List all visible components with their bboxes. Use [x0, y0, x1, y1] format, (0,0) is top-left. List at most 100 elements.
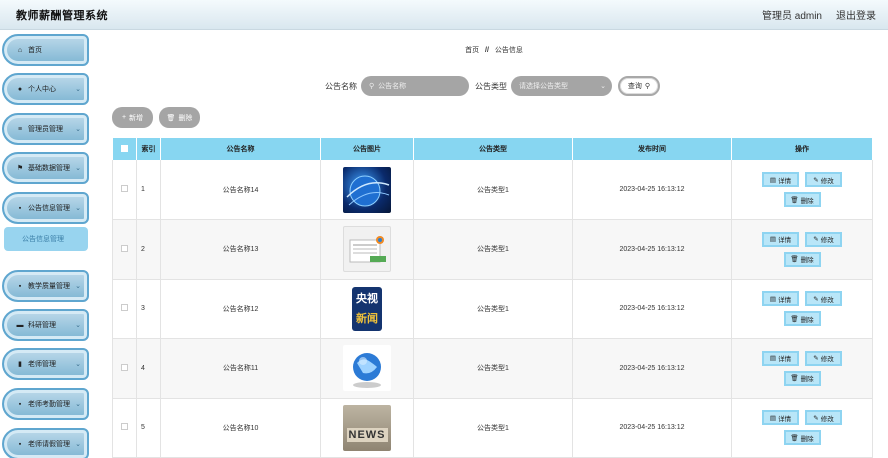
pencil-icon: ✎ — [813, 295, 819, 303]
list-icon: ≡ — [17, 125, 23, 133]
notice-image-cell — [320, 219, 414, 280]
select-all-checkbox[interactable] — [120, 144, 128, 152]
chevron-down-icon: ⌄ — [75, 86, 81, 93]
detail-label: 详情 — [778, 356, 792, 364]
notice-name: 公告名称13 — [160, 219, 321, 280]
row-checkbox[interactable] — [121, 244, 128, 252]
column-header: 发布时间 — [572, 138, 732, 160]
main-content: 首页 // 公告信息 公告名称 ⚲ 公告名称 公告类型 请选择公告类型 ⌄ 查询… — [100, 30, 888, 458]
news-blocks-text: NEWS — [346, 427, 388, 442]
sidebar-item[interactable]: ▮ 老师管理 ⌄ — [2, 348, 89, 380]
trash-icon: 🗑 — [790, 434, 799, 442]
name-search-label: 公告名称 — [325, 81, 357, 91]
row-index: 2 — [136, 219, 161, 280]
detail-icon: ▤ — [769, 295, 777, 303]
sidebar-item-label: 老师管理 — [28, 361, 56, 368]
column-header: 公告类型 — [413, 138, 573, 160]
edit-button[interactable]: ✎ 修改 — [805, 291, 842, 307]
detail-button[interactable]: ▤ 详情 — [762, 231, 799, 247]
delete-button[interactable]: 🗑 删除 — [783, 192, 821, 207]
edit-button[interactable]: ✎ 修改 — [805, 231, 842, 247]
delete-label: 删除 — [800, 197, 814, 205]
name-search-placeholder: 公告名称 — [378, 83, 407, 90]
row-select-cell[interactable] — [112, 219, 137, 280]
type-select[interactable]: 请选择公告类型 ⌄ — [511, 76, 612, 96]
delete-label: 删除 — [800, 435, 814, 443]
detail-button[interactable]: ▤ 详情 — [762, 172, 799, 187]
delete-label: 删除 — [800, 376, 814, 384]
detail-button[interactable]: ▤ 详情 — [762, 350, 799, 366]
sidebar-item[interactable]: ≡ 管理员管理 ⌄ — [2, 113, 89, 145]
edit-button[interactable]: ✎ 修改 — [805, 410, 842, 426]
detail-label: 详情 — [778, 237, 792, 245]
chart-icon: ▮ — [18, 361, 22, 368]
publish-time: 2023-04-25 16:13:12 — [572, 219, 732, 280]
name-search-input[interactable]: ⚲ 公告名称 — [361, 76, 469, 96]
column-header: 公告名称 — [160, 138, 321, 160]
edit-button[interactable]: ✎ 修改 — [805, 350, 842, 366]
pencil-icon: ✎ — [813, 355, 819, 363]
notice-name: 公告名称10 — [160, 398, 321, 458]
row-checkbox[interactable] — [121, 185, 128, 192]
detail-label: 详情 — [778, 296, 792, 304]
row-select-cell[interactable] — [112, 160, 137, 220]
delete-button[interactable]: 🗑 删除 — [783, 430, 821, 446]
type-select-placeholder: 请选择公告类型 — [519, 83, 568, 90]
logout-link[interactable]: 退出登录 — [836, 7, 876, 22]
sidebar-item[interactable]: ▪ 教学质量管理 ⌄ — [2, 270, 89, 302]
home-icon: ⌂ — [17, 46, 23, 54]
sidebar-item[interactable]: ⚑ 基础数据管理 ⌄ — [2, 152, 89, 184]
add-button-label: 新增 — [129, 114, 144, 122]
sidebar-item-label: 老师考勤管理 — [28, 401, 70, 408]
query-button[interactable]: 查询 ⚲ — [618, 76, 660, 96]
row-checkbox[interactable] — [121, 304, 128, 312]
row-select-cell[interactable] — [112, 398, 137, 458]
sidebar-item[interactable]: ▬ 科研管理 ⌄ — [2, 309, 89, 341]
add-button[interactable]: + 新增 — [112, 107, 153, 128]
chevron-down-icon: ⌄ — [75, 361, 81, 368]
current-user[interactable]: 管理员 admin — [762, 7, 822, 22]
table-row: 2 公告名称13 公告类型1 2023-04-25 16:13:12 ▤ 详情 ✎ 修改 🗑 删除 — [112, 219, 873, 280]
publish-time: 2023-04-25 16:13:12 — [572, 160, 732, 220]
column-header: 索引 — [136, 138, 161, 160]
sidebar-subitem-notice[interactable]: 公告信息管理 — [4, 227, 88, 251]
sidebar-item[interactable]: ▪ 老师请假管理 ⌄ — [2, 428, 89, 458]
row-checkbox[interactable] — [121, 423, 128, 431]
batch-delete-button[interactable]: 🗑 删除 — [159, 107, 200, 128]
row-checkbox[interactable] — [121, 363, 128, 371]
notice-type: 公告类型1 — [413, 279, 573, 339]
sidebar-item[interactable]: ▪ 公告信息管理 ⌄ — [2, 192, 89, 224]
search-icon: ⚲ — [644, 83, 651, 90]
grid-icon: ▪ — [18, 204, 22, 212]
table-header-row: 索引 公告名称 公告图片 公告类型 发布时间 操作 — [112, 138, 873, 160]
breadcrumb-separator: // — [485, 47, 489, 54]
row-index: 5 — [136, 398, 161, 458]
delete-button[interactable]: 🗑 删除 — [783, 370, 821, 386]
type-search-label: 公告类型 — [475, 81, 507, 91]
notice-type: 公告类型1 — [413, 338, 573, 399]
table-row: 5 公告名称10 NEWS 公告类型1 2023-04-25 16:13:12 ▤ 详情 ✎ 修… — [112, 398, 873, 458]
delete-button[interactable]: 🗑 删除 — [783, 311, 821, 327]
news-paper-image — [343, 226, 391, 273]
row-operations: ▤ 详情 ✎ 修改 🗑 删除 — [731, 338, 873, 399]
row-select-cell[interactable] — [112, 338, 137, 399]
sidebar-item[interactable]: ⌂ 首页 — [2, 34, 89, 66]
row-select-cell[interactable] — [112, 279, 137, 339]
edit-button[interactable]: ✎ 修改 — [805, 172, 842, 187]
select-all-header[interactable] — [112, 138, 137, 160]
delete-label: 删除 — [800, 257, 814, 265]
detail-icon: ▤ — [769, 414, 777, 422]
pencil-icon: ✎ — [813, 414, 819, 422]
cctv-top-text: 央视 — [356, 292, 378, 305]
sidebar-item[interactable]: ▪ 老师考勤管理 ⌄ — [2, 388, 89, 420]
breadcrumb-home[interactable]: 首页 — [465, 47, 479, 54]
sidebar-item[interactable]: ● 个人中心 ⌄ — [2, 73, 89, 105]
column-header: 公告图片 — [320, 138, 414, 160]
delete-button[interactable]: 🗑 删除 — [783, 251, 821, 267]
query-button-label: 查询 — [627, 83, 642, 90]
trash-icon: 🗑 — [790, 375, 799, 383]
detail-button[interactable]: ▤ 详情 — [762, 291, 799, 307]
detail-button[interactable]: ▤ 详情 — [762, 410, 799, 426]
row-operations: ▤ 详情 ✎ 修改 🗑 删除 — [731, 279, 873, 339]
table-row: 3 公告名称12 央视 新闻 公告类型1 2023-04-25 16:13:12 ▤ 详情 ✎ 修… — [112, 279, 873, 339]
